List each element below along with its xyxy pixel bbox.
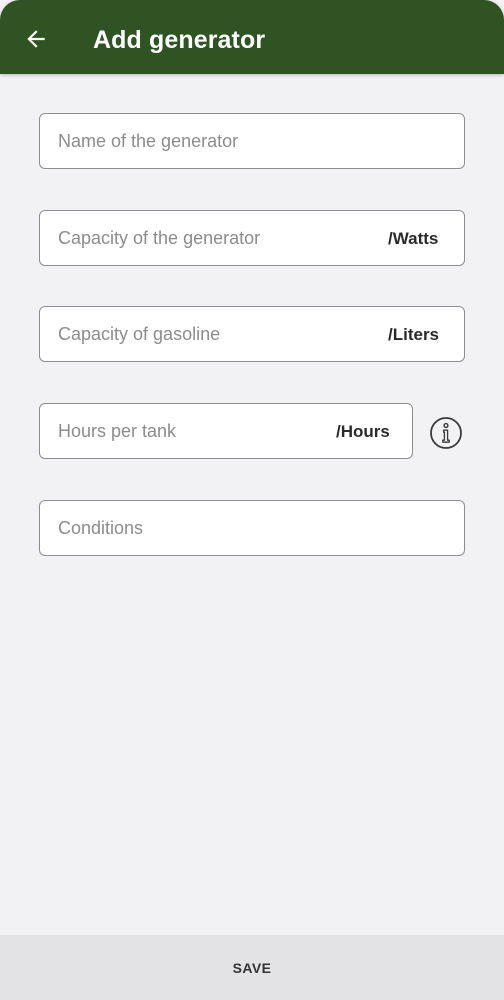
conditions-field[interactable]	[39, 500, 465, 556]
hours-per-tank-field[interactable]: /Hours	[39, 403, 413, 459]
generator-name-input[interactable]	[40, 114, 464, 168]
watts-unit-label: /Watts	[388, 229, 439, 248]
back-button[interactable]	[18, 21, 54, 57]
generator-capacity-field[interactable]: /Watts	[39, 210, 465, 266]
bottom-action-bar: SAVE	[0, 935, 504, 1000]
liters-unit-label: /Liters	[388, 325, 440, 344]
hours-unit-label: /Hours	[336, 422, 390, 441]
app-bar: Add generator	[0, 0, 504, 74]
conditions-input[interactable]	[40, 501, 464, 555]
add-generator-screen: Add generator /Watts /Liters /Hours SAVE	[0, 0, 504, 1000]
generator-name-field[interactable]	[39, 113, 465, 169]
info-circle-icon	[430, 417, 462, 449]
gasoline-capacity-field[interactable]: /Liters	[39, 306, 465, 362]
hours-info-button[interactable]	[429, 416, 463, 450]
save-button[interactable]: SAVE	[0, 935, 504, 1000]
page-title: Add generator	[93, 26, 266, 54]
arrow-left-icon	[27, 30, 45, 48]
